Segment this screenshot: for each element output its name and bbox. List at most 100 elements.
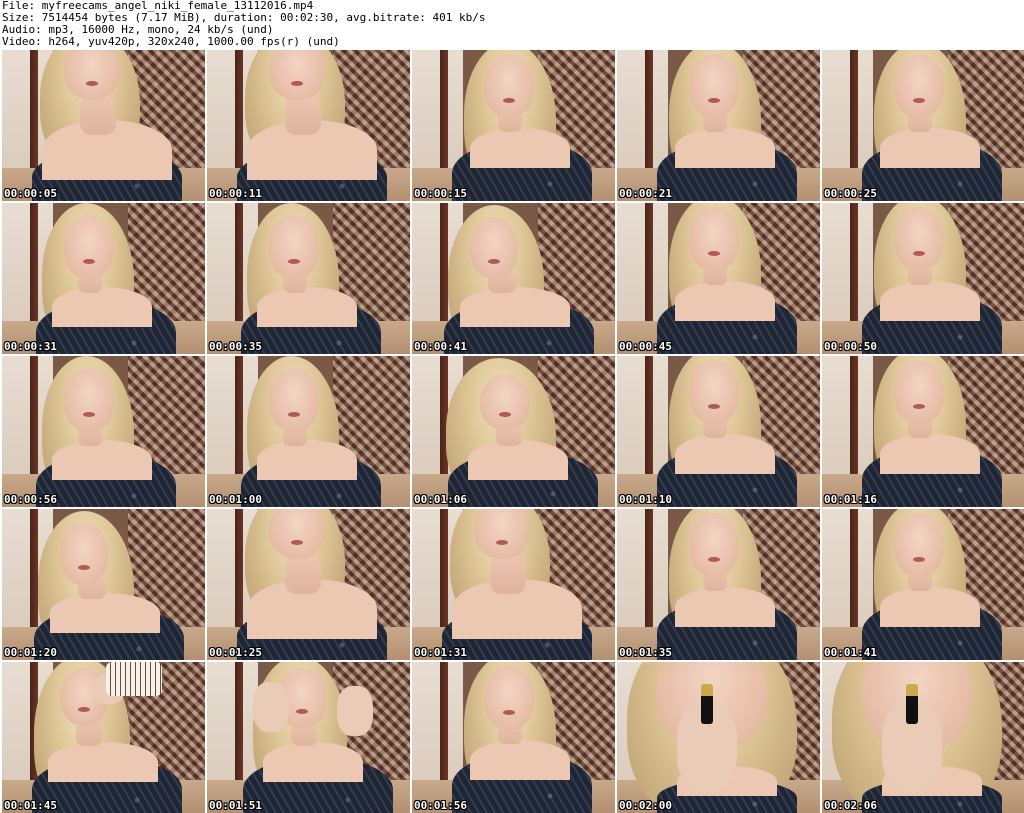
thumbnail-frame-image: [617, 662, 820, 813]
thumbnail-frame-image: [822, 509, 1024, 660]
neckline-skin: [263, 742, 363, 782]
video-thumbnail: 00:00:41: [412, 203, 615, 354]
face: [894, 54, 944, 118]
thumbnail-timestamp: 00:02:06: [824, 799, 877, 812]
thumbnail-frame-image: [412, 356, 615, 507]
thumbnail-timestamp: 00:00:50: [824, 340, 877, 353]
file-info-header: File: myfreecams_angel_niki_female_13112…: [2, 0, 1022, 50]
thumbnail-timestamp: 00:00:35: [209, 340, 262, 353]
mouth: [503, 709, 515, 715]
video-thumbnail: 00:00:11: [207, 50, 410, 201]
thumbnail-timestamp: 00:00:05: [4, 187, 57, 200]
thumbnail-frame-image: [207, 203, 410, 354]
thumbnail-frame-image: [412, 662, 615, 813]
face: [269, 215, 319, 279]
neckline-skin: [880, 281, 980, 321]
video-thumbnail: 00:00:15: [412, 50, 615, 201]
neckline-skin: [257, 440, 357, 480]
thumbnail-frame-image: [617, 509, 820, 660]
thumbnail-timestamp: 00:01:31: [414, 646, 467, 659]
video-thumbnail: 00:02:06: [822, 662, 1024, 813]
neckline-skin: [880, 587, 980, 627]
video-thumbnail: 00:00:45: [617, 203, 820, 354]
neckline-skin: [470, 740, 570, 780]
mouth: [296, 708, 308, 714]
mouth: [708, 556, 720, 562]
face: [269, 368, 319, 432]
video-thumbnail: 00:01:00: [207, 356, 410, 507]
face: [64, 368, 114, 432]
mouth: [83, 258, 95, 264]
video-thumbnail: 00:01:31: [412, 509, 615, 660]
mouth: [496, 539, 508, 545]
lipstick: [701, 684, 713, 724]
thumbnail-timestamp: 00:00:56: [4, 493, 57, 506]
thumbnail-frame-image: [822, 662, 1024, 813]
face: [484, 666, 534, 730]
thumbnail-timestamp: 00:01:51: [209, 799, 262, 812]
video-thumbnail: 00:01:16: [822, 356, 1024, 507]
neck: [285, 554, 321, 594]
thumbnail-timestamp: 00:02:00: [619, 799, 672, 812]
face: [484, 54, 534, 118]
thumbnail-frame-image: [2, 50, 205, 201]
mouth: [78, 707, 90, 713]
neckline-skin: [468, 440, 568, 480]
thumbnail-timestamp: 00:00:11: [209, 187, 262, 200]
neckline-skin: [52, 440, 152, 480]
neckline-skin: [880, 434, 980, 474]
neckline-skin: [257, 287, 357, 327]
mouth: [913, 403, 925, 409]
right-hand: [337, 686, 373, 736]
neckline-skin: [460, 287, 570, 327]
mouth: [78, 565, 90, 571]
face: [470, 217, 518, 279]
mouth: [288, 411, 300, 417]
mouth: [503, 97, 515, 103]
video-thumbnail: 00:00:35: [207, 203, 410, 354]
face: [480, 374, 530, 430]
thumbnail-frame-image: [617, 356, 820, 507]
thumbnail-timestamp: 00:01:20: [4, 646, 57, 659]
mouth: [83, 411, 95, 417]
mouth: [86, 80, 98, 86]
thumbnail-frame-image: [822, 203, 1024, 354]
mouth: [291, 80, 303, 86]
video-thumbnail: 00:01:45: [2, 662, 205, 813]
thumbnail-timestamp: 00:01:56: [414, 799, 467, 812]
mouth: [708, 403, 720, 409]
neckline-skin: [50, 593, 160, 633]
thumbnail-frame-image: [822, 50, 1024, 201]
face: [60, 523, 108, 585]
thumbnail-frame-image: [822, 356, 1024, 507]
neckline-skin: [880, 128, 980, 168]
thumbnail-frame-image: [207, 356, 410, 507]
thumbnail-frame-image: [207, 50, 410, 201]
video-thumbnail: 00:00:21: [617, 50, 820, 201]
video-thumbnail: 00:00:56: [2, 356, 205, 507]
video-thumbnail: 00:00:25: [822, 50, 1024, 201]
mouth: [913, 97, 925, 103]
thumbnail-timestamp: 00:01:16: [824, 493, 877, 506]
mouth: [913, 556, 925, 562]
thumbnail-timestamp: 00:00:45: [619, 340, 672, 353]
thumbnail-timestamp: 00:01:06: [414, 493, 467, 506]
thumbnail-timestamp: 00:00:25: [824, 187, 877, 200]
thumbnail-timestamp: 00:01:45: [4, 799, 57, 812]
video-thumbnail: 00:01:41: [822, 509, 1024, 660]
thumbnail-timestamp: 00:00:15: [414, 187, 467, 200]
mouth: [291, 539, 303, 545]
face: [689, 360, 739, 424]
thumbnail-frame-image: [2, 203, 205, 354]
thumbnail-timestamp: 00:00:21: [619, 187, 672, 200]
video-thumbnail: 00:01:10: [617, 356, 820, 507]
neckline-skin: [48, 742, 158, 782]
mouth: [488, 259, 500, 265]
thumbnail-timestamp: 00:01:41: [824, 646, 877, 659]
neckline-skin: [675, 128, 775, 168]
neck: [285, 95, 321, 135]
thumbnail-timestamp: 00:01:10: [619, 493, 672, 506]
thumbnail-frame-image: [207, 662, 410, 813]
mouth: [708, 250, 720, 256]
thumbnail-frame-image: [2, 662, 205, 813]
